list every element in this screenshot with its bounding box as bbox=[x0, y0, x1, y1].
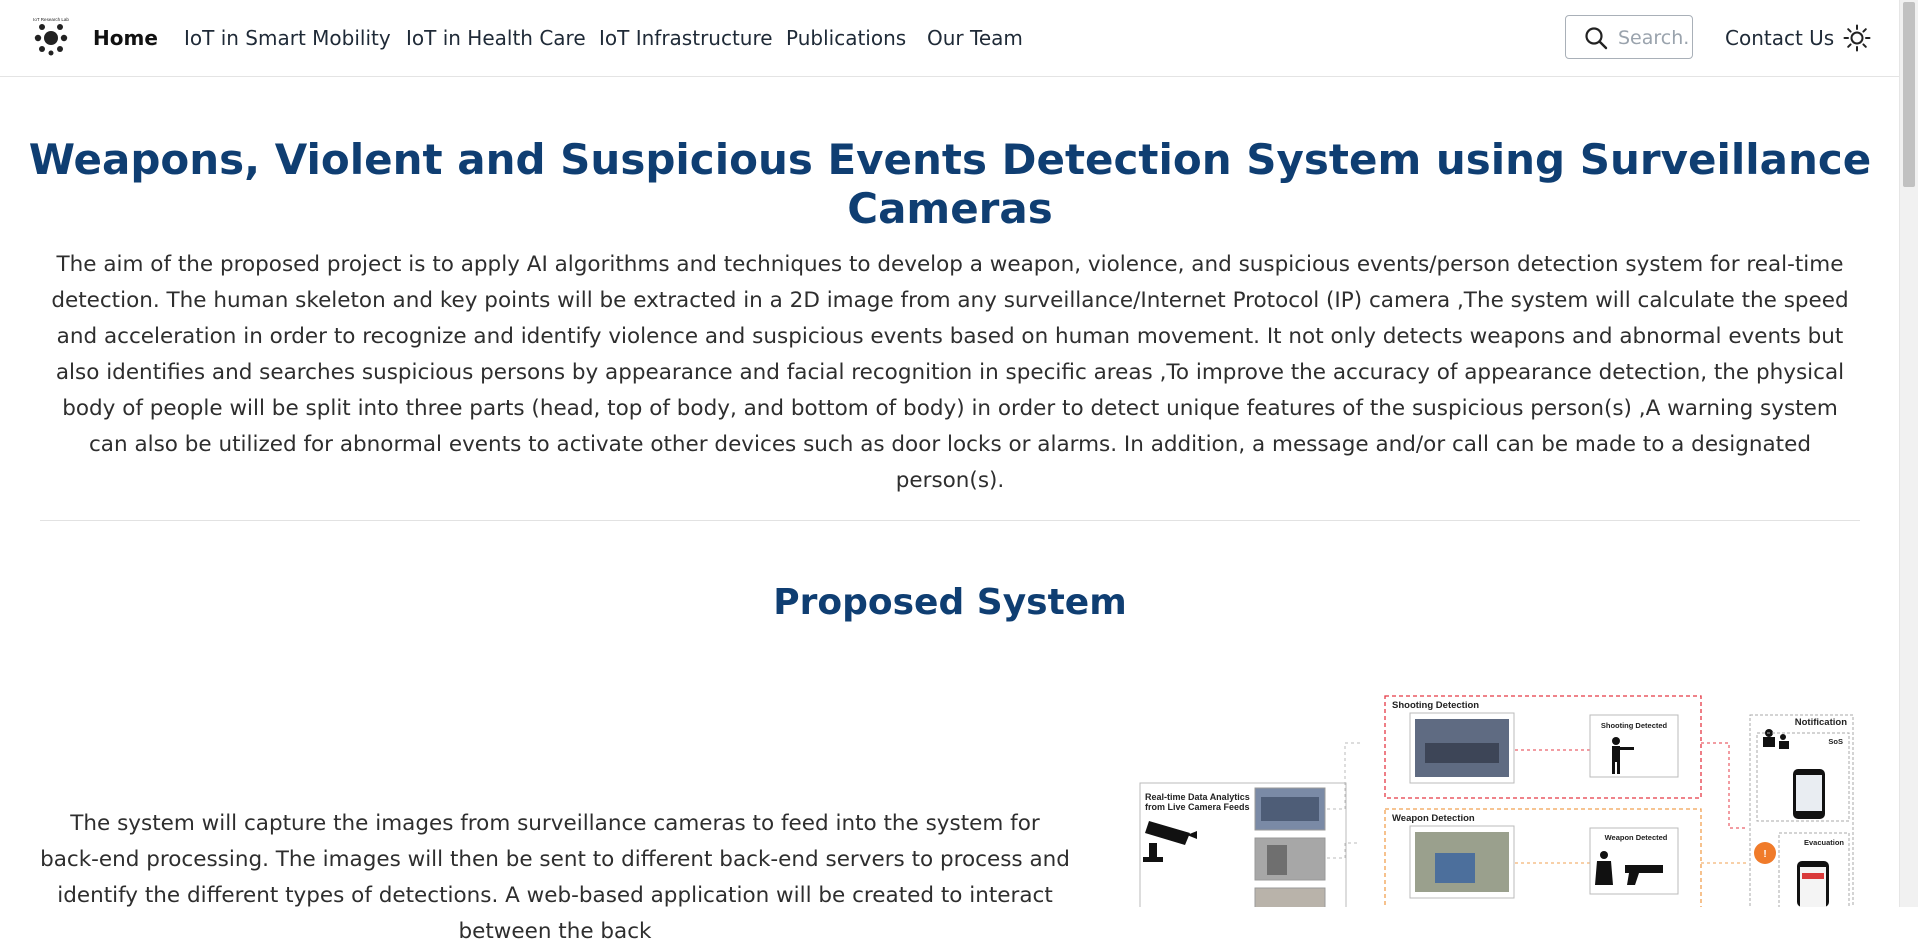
shooting-detection-title: Shooting Detection bbox=[1392, 700, 1479, 711]
search-input[interactable] bbox=[1616, 25, 1692, 51]
system-diagram: Real-time Data Analytics from Live Camer… bbox=[1139, 695, 1854, 907]
camera-label-2: from Live Camera Feeds bbox=[1145, 802, 1250, 812]
section-title: Proposed System bbox=[773, 582, 1127, 623]
nav-home[interactable]: Home bbox=[93, 26, 158, 50]
sun-icon[interactable] bbox=[1843, 24, 1871, 52]
weapon-detection-title: Weapon Detection bbox=[1392, 813, 1475, 824]
lab-logo[interactable]: IoT Research Lab bbox=[30, 16, 72, 58]
notification-title: Notification bbox=[1795, 717, 1847, 728]
nav-iot-health-care[interactable]: IoT in Health Care bbox=[406, 26, 586, 50]
search-icon bbox=[1585, 27, 1608, 50]
intro-paragraph: The aim of the proposed project is to ap… bbox=[51, 252, 1849, 493]
camera-label-1: Real-time Data Analytics bbox=[1145, 792, 1250, 802]
svg-text:!: ! bbox=[1763, 849, 1766, 860]
evacuation-label: Evacuation bbox=[1804, 838, 1844, 847]
weapon-detected-label: Weapon Detected bbox=[1605, 833, 1668, 842]
search-box[interactable] bbox=[1565, 15, 1693, 59]
shooting-detected-label: Shooting Detected bbox=[1601, 721, 1668, 730]
nav-our-team[interactable]: Our Team bbox=[927, 26, 1023, 50]
scrollbar-thumb[interactable] bbox=[1903, 2, 1915, 187]
camera-feed-thumb-3 bbox=[1254, 887, 1326, 907]
page-title: Weapons, Violent and Suspicious Events D… bbox=[28, 135, 1872, 233]
scrollbar[interactable] bbox=[1899, 0, 1918, 907]
logo-text: IoT Research Lab bbox=[33, 17, 69, 22]
nav-publications[interactable]: Publications bbox=[786, 26, 906, 50]
proposed-system-paragraph: The system will capture the images from … bbox=[40, 811, 1070, 944]
section-divider bbox=[40, 520, 1860, 521]
contact-us-link[interactable]: Contact Us bbox=[1725, 26, 1834, 50]
navbar: IoT Research Lab Home IoT in Smart Mobil… bbox=[0, 0, 1900, 77]
nav-iot-smart-mobility[interactable]: IoT in Smart Mobility bbox=[184, 26, 391, 50]
camera-feed-thumb-2 bbox=[1254, 837, 1326, 881]
sos-label: SoS bbox=[1828, 737, 1843, 746]
nav-iot-infrastructure[interactable]: IoT Infrastructure bbox=[599, 26, 773, 50]
